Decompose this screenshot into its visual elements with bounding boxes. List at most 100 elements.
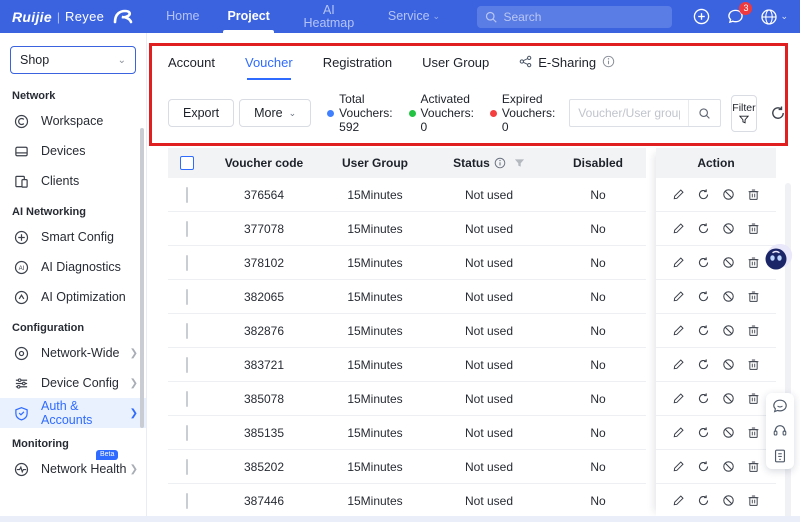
renew-icon[interactable] <box>697 358 711 372</box>
support-headset-icon[interactable] <box>772 423 788 439</box>
renew-icon[interactable] <box>697 290 711 304</box>
table-row[interactable]: 378102 15Minutes Not used No <box>168 246 646 280</box>
table-row[interactable]: 385078 15Minutes Not used No <box>168 382 646 416</box>
edit-icon[interactable] <box>672 324 686 338</box>
more-button[interactable]: More ⌄ <box>239 99 312 127</box>
ban-icon[interactable] <box>722 392 736 406</box>
ban-icon[interactable] <box>722 358 736 372</box>
edit-icon[interactable] <box>672 256 686 270</box>
feedback-icon[interactable] <box>772 398 788 414</box>
status-filter-funnel-icon[interactable] <box>514 158 525 168</box>
messages-icon[interactable]: 3 <box>726 1 753 26</box>
delete-icon[interactable] <box>747 426 761 440</box>
delete-icon[interactable] <box>747 256 761 270</box>
tab-user-group[interactable]: User Group <box>422 55 489 80</box>
ban-icon[interactable] <box>722 460 736 474</box>
row-checkbox[interactable] <box>186 458 188 475</box>
renew-icon[interactable] <box>697 392 711 406</box>
sidebar-item-smart-config[interactable]: Smart Config <box>0 222 146 252</box>
delete-icon[interactable] <box>747 188 761 202</box>
row-checkbox[interactable] <box>186 220 188 237</box>
ai-assistant-mascot[interactable] <box>760 240 796 274</box>
renew-icon[interactable] <box>697 494 711 508</box>
table-row[interactable]: 377078 15Minutes Not used No <box>168 212 646 246</box>
table-scrollbar[interactable] <box>785 183 791 522</box>
row-checkbox[interactable] <box>186 390 188 407</box>
ban-icon[interactable] <box>722 494 736 508</box>
renew-icon[interactable] <box>697 188 711 202</box>
row-checkbox[interactable] <box>186 186 188 203</box>
delete-icon[interactable] <box>747 324 761 338</box>
ban-icon[interactable] <box>722 256 736 270</box>
voucher-search-input[interactable] <box>570 106 689 120</box>
row-checkbox[interactable] <box>186 492 188 509</box>
renew-icon[interactable] <box>697 460 711 474</box>
ban-icon[interactable] <box>722 426 736 440</box>
edit-icon[interactable] <box>672 426 686 440</box>
table-row[interactable]: 382065 15Minutes Not used No <box>168 280 646 314</box>
global-search[interactable] <box>477 5 673 28</box>
tab-e-sharing[interactable]: E-Sharing <box>519 55 615 80</box>
row-checkbox[interactable] <box>186 322 188 339</box>
sidebar-item-clients[interactable]: Clients <box>0 166 146 196</box>
delete-icon[interactable] <box>747 290 761 304</box>
survey-doc-icon[interactable] <box>772 448 788 464</box>
info-icon[interactable] <box>494 157 506 169</box>
table-row[interactable]: 385202 15Minutes Not used No <box>168 450 646 484</box>
sidebar-item-auth-accounts[interactable]: Auth & Accounts ❯ <box>0 398 146 428</box>
sidebar-item-network-health[interactable]: Network Health Beta ❯ <box>0 450 146 484</box>
renew-icon[interactable] <box>697 256 711 270</box>
delete-icon[interactable] <box>747 392 761 406</box>
sidebar-item-ai-diagnostics[interactable]: AI AI Diagnostics <box>0 252 146 282</box>
edit-icon[interactable] <box>672 188 686 202</box>
language-selector[interactable]: ⌄ <box>760 8 788 26</box>
plus-circle-icon[interactable] <box>692 8 710 26</box>
renew-icon[interactable] <box>697 426 711 440</box>
filter-button[interactable]: Filter <box>731 94 757 132</box>
export-button[interactable]: Export <box>168 99 235 127</box>
ban-icon[interactable] <box>722 290 736 304</box>
sidebar-item-devices[interactable]: Devices <box>0 136 146 166</box>
row-checkbox[interactable] <box>186 424 188 441</box>
edit-icon[interactable] <box>672 494 686 508</box>
sidebar-item-ai-optimization[interactable]: AI Optimization <box>0 282 146 312</box>
sidebar-item-device-config[interactable]: Device Config ❯ <box>0 368 146 398</box>
table-row[interactable]: 383721 15Minutes Not used No <box>168 348 646 382</box>
ban-icon[interactable] <box>722 324 736 338</box>
edit-icon[interactable] <box>672 358 686 372</box>
search-icon[interactable] <box>688 100 720 126</box>
tab-voucher[interactable]: Voucher <box>245 55 293 80</box>
edit-icon[interactable] <box>672 460 686 474</box>
renew-icon[interactable] <box>697 324 711 338</box>
table-row[interactable]: 387446 15Minutes Not used No <box>168 484 646 518</box>
table-row[interactable]: 376564 15Minutes Not used No <box>168 178 646 212</box>
row-checkbox[interactable] <box>186 356 188 373</box>
sidebar-scrollbar[interactable] <box>140 128 144 428</box>
tab-registration[interactable]: Registration <box>323 55 392 80</box>
renew-icon[interactable] <box>697 222 711 236</box>
nav-service[interactable]: Service ⌄ <box>374 0 454 33</box>
ban-icon[interactable] <box>722 222 736 236</box>
ban-icon[interactable] <box>722 188 736 202</box>
nav-project[interactable]: Project <box>213 0 283 33</box>
edit-icon[interactable] <box>672 290 686 304</box>
sidebar-item-workspace[interactable]: Workspace <box>0 106 146 136</box>
row-checkbox[interactable] <box>186 288 188 305</box>
global-search-input[interactable] <box>503 9 665 24</box>
row-checkbox[interactable] <box>186 254 188 271</box>
edit-icon[interactable] <box>672 392 686 406</box>
delete-icon[interactable] <box>747 494 761 508</box>
nav-ai-heatmap[interactable]: AI Heatmap <box>284 0 374 33</box>
select-all-checkbox[interactable] <box>180 156 194 170</box>
delete-icon[interactable] <box>747 358 761 372</box>
table-row[interactable]: 382876 15Minutes Not used No <box>168 314 646 348</box>
edit-icon[interactable] <box>672 222 686 236</box>
delete-icon[interactable] <box>747 460 761 474</box>
refresh-icon[interactable] <box>770 105 787 122</box>
tab-account[interactable]: Account <box>168 55 215 80</box>
nav-home[interactable]: Home <box>152 0 213 33</box>
table-row[interactable]: 385135 15Minutes Not used No <box>168 416 646 450</box>
scope-select[interactable]: Shop ⌄ <box>10 46 136 74</box>
sidebar-item-network-wide[interactable]: Network-Wide ❯ <box>0 338 146 368</box>
delete-icon[interactable] <box>747 222 761 236</box>
